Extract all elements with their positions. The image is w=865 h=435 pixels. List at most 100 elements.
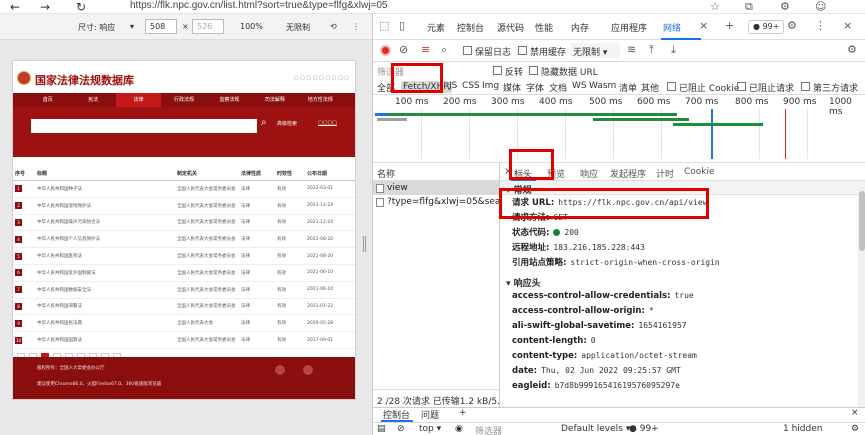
width-input[interactable]: 508 xyxy=(145,19,177,34)
favorites-icon[interactable]: ☆ xyxy=(710,0,720,13)
advanced-search-button[interactable]: 高级检索 xyxy=(277,120,297,127)
type-filter-doc[interactable]: 文档 xyxy=(549,81,567,94)
export-icon[interactable]: ⤓ xyxy=(671,43,676,57)
type-filter-font[interactable]: 字体 xyxy=(526,81,544,94)
close-icon[interactable]: × xyxy=(699,19,708,32)
weibo-icon[interactable] xyxy=(275,365,285,375)
refresh-icon[interactable]: ↻ xyxy=(76,0,86,14)
menu-item[interactable]: 宪法 xyxy=(70,93,115,107)
type-filter-fetch-xhr[interactable]: Fetch/XHR xyxy=(401,81,452,93)
table-row[interactable]: 5 中华人民共和国医师法 全国人民代表大会常务委员会 法律 有效 2021-08-20 xyxy=(13,247,355,265)
drawer-tab-issues[interactable]: 问题 xyxy=(421,408,439,421)
table-row[interactable]: 1 中华人民共和国种子法 全国人民代表大会常务委员会 法律 有效 2022-03-01 xyxy=(13,180,355,198)
address-bar[interactable]: https://flk.npc.gov.cn/list.html?sort=tr… xyxy=(130,0,387,11)
device-toggle-icon[interactable]: ▯ xyxy=(399,19,405,32)
gear-icon[interactable]: ⚙ xyxy=(787,19,797,32)
section-general[interactable]: ▾ 常规 xyxy=(500,181,858,196)
name-column-header[interactable]: 名称 xyxy=(373,163,499,181)
wifi-icon[interactable]: ≋ xyxy=(627,43,636,56)
network-timeline[interactable]: 100 ms 200 ms 300 ms 400 ms 500 ms 600 m… xyxy=(373,95,865,163)
import-icon[interactable]: ⤒ xyxy=(649,43,654,57)
clear-icon[interactable]: ⊘ xyxy=(397,424,405,434)
cell-title[interactable]: 中华人民共和国噪声污染防治法 xyxy=(35,214,175,232)
type-filter-other[interactable]: 其他 xyxy=(641,81,659,94)
menu-item[interactable]: 地方性法规 xyxy=(298,93,343,107)
console-filter-input[interactable]: 筛选器 xyxy=(475,424,502,435)
device-dimensions-select[interactable]: 尺寸: 响应 xyxy=(78,22,115,33)
tab-console[interactable]: 控制台 xyxy=(457,21,484,34)
extensions-icon[interactable]: ⚙ xyxy=(780,0,790,13)
gear-icon[interactable]: ⚙ xyxy=(847,43,857,56)
table-row[interactable]: 10 中华人民共和国国歌法 全国人民代表大会常务委员会 法律 有效 2017-09-01 xyxy=(13,331,355,349)
header-links[interactable]: ▢ ▢ ▢ ▢ ▢ ▢ ▢ ▢ ▢ xyxy=(294,75,349,81)
more-icon[interactable]: ⋮ xyxy=(815,19,826,32)
blocked-requests-checkbox[interactable] xyxy=(737,82,746,91)
sidebar-icon[interactable]: ▤ xyxy=(377,424,386,434)
type-filter-all[interactable]: 全部 xyxy=(377,81,395,94)
profile-icon[interactable]: ☺ xyxy=(815,0,826,13)
type-filter-manifest[interactable]: 清单 xyxy=(619,81,637,94)
table-row[interactable]: 6 中华人民共和国反外国制裁法 全国人民代表大会常务委员会 法律 有效 2021-06-1… xyxy=(13,264,355,282)
type-filter-media[interactable]: 媒体 xyxy=(503,81,521,94)
context-select[interactable]: top ▾ xyxy=(419,424,441,434)
issues-badge[interactable]: ● 99+ xyxy=(629,424,659,434)
table-row[interactable]: 2 中华人民共和国湿地保护法 全国人民代表大会常务委员会 法律 有效 2021-12-24 xyxy=(13,197,355,215)
blocked-cookies-checkbox[interactable] xyxy=(667,82,676,91)
table-row[interactable]: 9 中华人民共和国民法典 全国人民代表大会 法律 有效 2020-05-28 xyxy=(13,314,355,333)
type-filter-img[interactable]: Img xyxy=(482,81,499,91)
menu-item[interactable]: 监察法规 xyxy=(207,93,252,107)
log-levels-select[interactable]: Default levels ▾ xyxy=(561,424,630,434)
close-devtools-icon[interactable]: × xyxy=(843,19,852,32)
tab-memory[interactable]: 内存 xyxy=(571,21,589,34)
filter-icon[interactable]: ≡ xyxy=(421,43,430,56)
menu-item[interactable]: 行政法规 xyxy=(161,93,206,107)
disable-cache-checkbox[interactable] xyxy=(518,46,527,55)
collections-icon[interactable]: ⧉ xyxy=(745,0,753,14)
scrollbar-thumb[interactable] xyxy=(859,191,865,251)
rotate-icon[interactable]: ⟲ xyxy=(330,22,337,31)
table-row[interactable]: 8 中华人民共和国海警法 全国人民代表大会常务委员会 法律 有效 2021-01-22 xyxy=(13,298,355,316)
preserve-log-checkbox[interactable] xyxy=(463,46,472,55)
cell-title[interactable]: 中华人民共和国湿地保护法 xyxy=(35,197,175,215)
menu-item[interactable]: 司法解释 xyxy=(252,93,297,107)
back-icon[interactable]: ← xyxy=(10,0,20,14)
zoom-select[interactable]: 100% xyxy=(240,22,263,31)
search-icon[interactable]: ⌕ xyxy=(441,43,447,57)
add-tab-icon[interactable]: + xyxy=(459,408,467,418)
more-icon[interactable]: ⋮ xyxy=(352,22,360,31)
close-icon[interactable]: × xyxy=(504,166,512,177)
inspect-icon[interactable]: ⬚ xyxy=(379,19,389,32)
gear-icon[interactable]: ⚙ xyxy=(851,424,859,434)
section-response-headers[interactable]: ▾ 响应头 xyxy=(500,274,858,289)
type-filter-css[interactable]: CSS xyxy=(462,81,480,91)
tab-initiator[interactable]: 发起程序 xyxy=(610,167,646,180)
wechat-icon[interactable] xyxy=(303,365,313,375)
tab-elements[interactable]: 元素 xyxy=(427,21,445,34)
tab-timing[interactable]: 计时 xyxy=(656,167,674,180)
cell-title[interactable]: 中华人民共和国种子法 xyxy=(35,180,175,198)
site-search-input[interactable] xyxy=(31,119,257,133)
tab-application[interactable]: 应用程序 xyxy=(611,21,647,34)
record-icon[interactable] xyxy=(380,45,391,56)
cell-title[interactable]: 中华人民共和国海警法 xyxy=(35,298,175,316)
throttle-select[interactable]: 无限制 xyxy=(286,22,310,33)
forward-icon[interactable]: → xyxy=(40,0,50,14)
table-row[interactable]: 3 中华人民共和国噪声污染防治法 全国人民代表大会常务委员会 法律 有效 2021-12-… xyxy=(13,214,355,232)
search-icon[interactable]: ⌕ xyxy=(261,117,267,128)
type-filter-js[interactable]: JS xyxy=(449,81,457,91)
cell-title[interactable]: 中华人民共和国个人信息保护法 xyxy=(35,230,175,249)
third-party-checkbox[interactable] xyxy=(801,82,810,91)
hide-data-urls-checkbox[interactable] xyxy=(529,66,538,75)
tab-preview[interactable]: 预览 xyxy=(547,167,565,180)
height-input[interactable]: 526 xyxy=(192,19,224,34)
filter-input[interactable]: 筛选器 xyxy=(377,65,404,78)
eye-icon[interactable]: ◉ xyxy=(455,424,463,434)
issues-badge[interactable]: ● 99+ xyxy=(748,20,785,34)
cell-title[interactable]: 中华人民共和国国歌法 xyxy=(35,331,175,349)
tab-performance[interactable]: 性能 xyxy=(535,21,553,34)
close-icon[interactable]: × xyxy=(851,408,859,418)
request-item[interactable]: view xyxy=(373,181,499,195)
type-filter-ws[interactable]: WS xyxy=(572,81,587,91)
reset-link[interactable]: ▢▢▢▢ xyxy=(318,120,337,126)
request-item[interactable]: ?type=flfg&xlwj=05&searc... xyxy=(373,195,499,209)
